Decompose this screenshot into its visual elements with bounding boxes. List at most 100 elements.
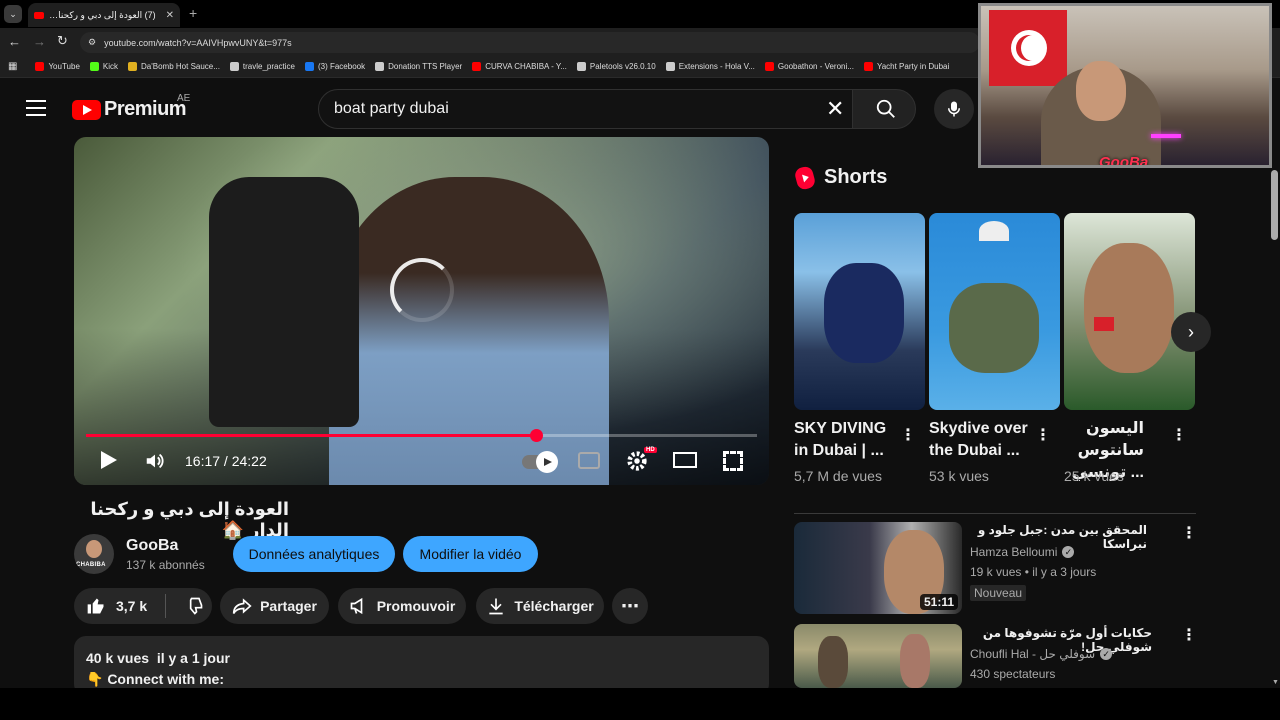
bookmark-item[interactable]: CURVA CHABIBA - Y... xyxy=(472,62,567,71)
address-url: youtube.com/watch?v=AAIVHpwvUNY&t=977s xyxy=(104,37,292,48)
analytics-button[interactable]: Données analytiques xyxy=(233,536,395,572)
share-button[interactable]: Partager xyxy=(220,588,329,624)
bookmark-favicon-icon xyxy=(665,62,675,71)
video-duration: 51:11 xyxy=(919,594,958,610)
new-tab-button[interactable]: + xyxy=(189,5,197,21)
tab-search-button[interactable]: ⌄ xyxy=(4,5,22,23)
short-more-icon[interactable]: ⋮ xyxy=(900,426,916,446)
logo-text: Premium xyxy=(104,98,187,120)
neon-light xyxy=(1151,134,1181,138)
avatar-label: CHABIBA xyxy=(76,562,106,568)
reload-icon[interactable]: ↻ xyxy=(57,33,68,49)
bookmark-item[interactable]: Paletools v26.0.10 xyxy=(576,62,656,71)
bookmark-item[interactable]: YouTube xyxy=(35,62,80,71)
short-title[interactable]: Skydive over the Dubai ... xyxy=(929,418,1033,462)
apps-grid-icon[interactable]: ▦ xyxy=(8,61,17,72)
bookmark-item[interactable]: Donation TTS Player xyxy=(375,62,462,71)
play-button[interactable] xyxy=(101,451,117,469)
shorts-next-button[interactable]: › xyxy=(1171,312,1211,352)
progress-track[interactable] xyxy=(86,429,757,442)
short-more-icon[interactable]: ⋮ xyxy=(1035,426,1051,446)
more-actions-button[interactable]: ⋯ xyxy=(612,588,648,624)
bookmark-item[interactable]: (3) Facebook xyxy=(304,62,365,71)
youtube-logo[interactable]: Premium xyxy=(72,98,187,121)
youtube-play-logo-icon xyxy=(72,99,101,120)
browser-tab-active[interactable]: (7) العودة إلى دبي و ركحنا الدار 🏠 ✕ xyxy=(28,3,180,27)
bookmark-item[interactable]: Extensions - Hola V... xyxy=(665,62,755,71)
tab-close-icon[interactable]: ✕ xyxy=(160,10,180,21)
address-bar[interactable]: ⚙ youtube.com/watch?v=AAIVHpwvUNY&t=977s xyxy=(80,32,980,53)
thumbs-up-icon xyxy=(87,598,104,614)
bookmark-item[interactable]: Yacht Party in Dubai xyxy=(863,62,949,71)
video-title: العودة إلى دبي و ركحنا الدار 🏠 xyxy=(90,499,289,540)
search-input[interactable]: boat party dubai xyxy=(318,89,864,129)
recommended-channel[interactable]: Hamza Belloumi ✓ xyxy=(970,545,1075,559)
streamer-logo-tag: GooBa xyxy=(1099,154,1149,168)
back-arrow-icon[interactable]: ← xyxy=(8,34,21,49)
search-icon xyxy=(876,99,895,118)
recommended-thumbnail[interactable]: 51:11 xyxy=(794,522,962,614)
recommended-more-icon[interactable]: ⋮ xyxy=(1181,524,1197,544)
download-button[interactable]: Télécharger xyxy=(476,588,604,624)
voice-search-button[interactable] xyxy=(934,89,974,129)
video-frame-seat xyxy=(209,177,359,427)
tab-title: (7) العودة إلى دبي و ركحنا الدار 🏠 xyxy=(48,9,156,20)
clear-search-icon[interactable]: ✕ xyxy=(826,96,844,122)
bookmark-label: travle_practice xyxy=(242,62,295,71)
download-label: Télécharger xyxy=(514,598,594,614)
forward-arrow-icon[interactable]: → xyxy=(33,34,46,49)
scroll-down-arrow-icon[interactable]: ▼ xyxy=(1272,679,1279,686)
bookmark-item[interactable]: Kick xyxy=(89,62,119,71)
short-thumbnail[interactable] xyxy=(794,213,925,410)
microphone-icon xyxy=(948,101,960,117)
search-button[interactable] xyxy=(852,89,916,129)
share-arrow-icon xyxy=(232,598,252,614)
thumbs-down-icon[interactable] xyxy=(184,596,204,616)
bookmark-item[interactable]: Da'Bomb Hot Sauce... xyxy=(128,62,220,71)
bookmark-label: CURVA CHABIBA - Y... xyxy=(485,62,567,71)
loading-spinner-icon xyxy=(390,258,454,322)
menu-hamburger-icon[interactable] xyxy=(26,100,46,116)
video-player[interactable]: 16:17 / 24:22 HD xyxy=(74,137,769,485)
subtitles-icon[interactable] xyxy=(578,452,600,469)
like-dislike-group: 3,7 k xyxy=(74,588,212,624)
progress-scrubber[interactable] xyxy=(529,429,543,442)
edit-video-button[interactable]: Modifier la vidéo xyxy=(403,536,538,572)
short-thumbnail[interactable] xyxy=(1064,213,1195,410)
site-info-icon[interactable]: ⚙ xyxy=(88,37,96,48)
bookmark-item[interactable]: Goobathon - Veroni... xyxy=(764,62,854,71)
bookmark-label: Extensions - Hola V... xyxy=(678,62,755,71)
tunisia-flag xyxy=(989,10,1067,86)
recommended-more-icon[interactable]: ⋮ xyxy=(1181,626,1197,646)
recommended-thumbnail[interactable] xyxy=(794,624,962,688)
description-box[interactable]: 40 k vues il y a 1 jour 👇 Connect with m… xyxy=(74,636,769,696)
verified-check-icon: ✓ xyxy=(1062,546,1075,558)
short-views: 25 k vues xyxy=(1064,468,1124,484)
bookmark-label: Paletools v26.0.10 xyxy=(589,62,656,71)
promote-button[interactable]: Promouvoir xyxy=(338,588,466,624)
short-thumbnail[interactable] xyxy=(929,213,1060,410)
autoplay-toggle[interactable] xyxy=(522,451,558,473)
page-scrollbar[interactable] xyxy=(1271,170,1278,240)
more-horizontal-icon: ⋯ xyxy=(621,595,639,616)
channel-name[interactable]: GooBa xyxy=(126,537,178,555)
channel-avatar[interactable]: CHABIBA xyxy=(74,534,114,574)
like-button[interactable]: 3,7 k xyxy=(86,596,147,616)
skydiver-figure xyxy=(824,263,904,363)
views-and-date: 40 k vues il y a 1 jour xyxy=(86,650,230,666)
short-more-icon[interactable]: ⋮ xyxy=(1171,426,1187,446)
bookmark-favicon-icon xyxy=(472,62,482,71)
progress-fill xyxy=(86,434,536,437)
short-title[interactable]: SKY DIVING in Dubai | ... xyxy=(794,418,898,462)
volume-icon[interactable] xyxy=(144,450,166,472)
hd-badge: HD xyxy=(644,447,657,453)
bookmark-item[interactable]: travle_practice xyxy=(229,62,295,71)
verified-check-icon: ✓ xyxy=(1100,648,1113,660)
recommended-channel[interactable]: Choufli Hal - شوفلي حل ✓ xyxy=(970,647,1113,661)
theater-mode-icon[interactable] xyxy=(673,452,697,468)
settings-gear-icon[interactable] xyxy=(626,450,648,472)
fullscreen-icon[interactable] xyxy=(723,451,743,471)
bookmark-label: Kick xyxy=(102,62,119,71)
promote-label: Promouvoir xyxy=(376,598,456,614)
megaphone-icon xyxy=(350,597,363,615)
